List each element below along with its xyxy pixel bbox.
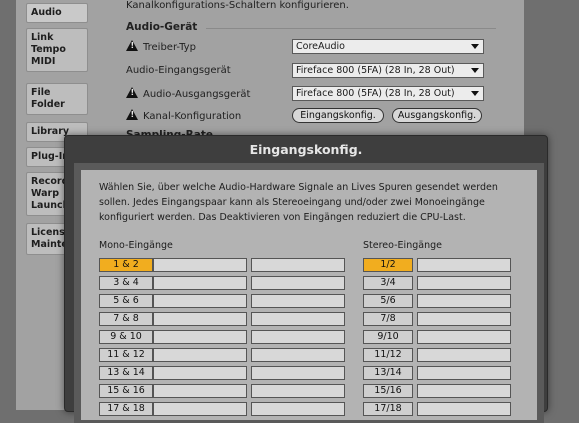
mono-inputs-header: Mono-Eingänge [99,240,173,251]
input-config-dialog: Eingangskonfig. Wählen Sie, über welche … [64,135,548,423]
stereo-input-name-field[interactable] [417,276,511,290]
mono-input-toggle[interactable]: 5 & 6 [99,294,153,308]
sidebar-tab-link-tempo-midi[interactable]: Link Tempo MIDI [26,28,88,72]
mono-input-name-field[interactable] [153,258,247,272]
output-config-button[interactable]: Ausgangskonfig. [392,108,482,123]
stereo-input-toggle[interactable]: 9/10 [363,330,413,344]
channel-config-label: Kanal-Konfiguration [126,109,241,122]
sidebar-tab-label: Link [31,32,54,43]
mono-input-name-field[interactable] [251,258,345,272]
mono-input-name-field[interactable] [251,366,345,380]
sidebar-tab-label: File [31,87,51,98]
mono-input-toggle[interactable]: 11 & 12 [99,348,153,362]
sidebar-tab-label: Audio [31,7,62,18]
driver-type-select[interactable]: CoreAudio [292,39,484,54]
intro-text: Kanalkonfigurations-Schaltern konfigurie… [126,0,349,11]
mono-input-toggle[interactable]: 7 & 8 [99,312,153,326]
mono-input-name-field[interactable] [251,330,345,344]
audio-input-device-select[interactable]: Fireface 800 (5FA) (28 In, 28 Out) [292,63,484,78]
warning-icon [126,87,138,98]
audio-output-device-select[interactable]: Fireface 800 (5FA) (28 In, 28 Out) [292,86,484,101]
stereo-input-name-field[interactable] [417,402,511,416]
stereo-input-toggle[interactable]: 11/12 [363,348,413,362]
dropdown-arrow-icon [471,68,479,73]
input-config-button[interactable]: Eingangskonfig. [292,108,384,123]
dropdown-arrow-icon [471,44,479,49]
audio-device-section-title: Audio-Gerät [126,21,198,33]
mono-input-name-field[interactable] [153,312,247,326]
dialog-body: Wählen Sie, über welche Audio-Hardware S… [81,170,537,420]
mono-input-name-field[interactable] [153,348,247,362]
mono-input-toggle[interactable]: 9 & 10 [99,330,153,344]
audio-input-device-label: Audio-Eingangsgerät [126,65,231,76]
stereo-input-toggle[interactable]: 17/18 [363,402,413,416]
stereo-input-toggle[interactable]: 3/4 [363,276,413,290]
mono-input-toggle[interactable]: 3 & 4 [99,276,153,290]
dialog-description: Wählen Sie, über welche Audio-Hardware S… [99,182,498,223]
sidebar-tab-label: Tempo [31,44,66,55]
stereo-input-toggle[interactable]: 15/16 [363,384,413,398]
mono-input-toggle[interactable]: 15 & 16 [99,384,153,398]
sidebar-tab-file-folder[interactable]: File Folder [26,83,88,115]
stereo-input-toggle[interactable]: 7/8 [363,312,413,326]
mono-input-name-field[interactable] [251,276,345,290]
mono-input-name-field[interactable] [153,384,247,398]
mono-input-name-field[interactable] [251,312,345,326]
stereo-input-toggle[interactable]: 5/6 [363,294,413,308]
mono-input-toggle[interactable]: 1 & 2 [99,258,153,272]
mono-input-name-field[interactable] [153,366,247,380]
sidebar-tab-audio[interactable]: Audio [26,3,88,23]
stereo-input-toggle[interactable]: 1/2 [363,258,413,272]
stereo-input-name-field[interactable] [417,294,511,308]
mono-input-name-field[interactable] [153,402,247,416]
warning-icon [126,40,138,51]
section-divider [206,28,496,29]
stereo-input-name-field[interactable] [417,366,511,380]
mono-input-name-field[interactable] [153,294,247,308]
mono-input-name-field[interactable] [251,384,345,398]
stereo-inputs-header: Stereo-Eingänge [363,240,442,251]
sidebar-tab-label: MIDI [31,56,56,67]
dropdown-arrow-icon [471,91,479,96]
driver-type-label: Treiber-Typ [126,40,196,53]
mono-input-toggle[interactable]: 13 & 14 [99,366,153,380]
stereo-input-name-field[interactable] [417,330,511,344]
stereo-input-toggle[interactable]: 13/14 [363,366,413,380]
stereo-input-name-field[interactable] [417,258,511,272]
mono-input-toggle[interactable]: 17 & 18 [99,402,153,416]
sidebar-tab-label: Folder [31,99,65,110]
mono-input-name-field[interactable] [251,348,345,362]
mono-input-name-field[interactable] [153,276,247,290]
stereo-input-name-field[interactable] [417,384,511,398]
warning-icon [126,109,138,120]
audio-output-device-label: Audio-Ausgangsgerät [126,87,250,100]
stereo-input-name-field[interactable] [417,312,511,326]
mono-input-name-field[interactable] [251,294,345,308]
mono-input-name-field[interactable] [153,330,247,344]
stereo-input-name-field[interactable] [417,348,511,362]
dialog-title: Eingangskonfig. [249,142,363,157]
mono-input-name-field[interactable] [251,402,345,416]
